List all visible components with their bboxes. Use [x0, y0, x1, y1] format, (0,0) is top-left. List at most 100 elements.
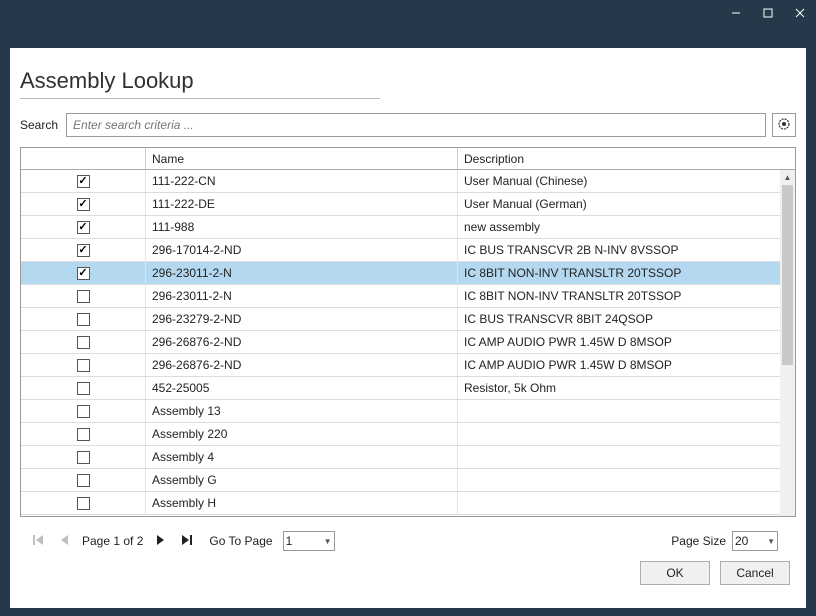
table-row[interactable]: Assembly G: [21, 469, 780, 492]
row-name: Assembly 4: [146, 446, 458, 468]
search-row: Search: [10, 113, 806, 147]
app-frame: Assembly Lookup Search Name Description: [0, 0, 816, 616]
row-checkbox[interactable]: [77, 290, 90, 303]
row-description: [458, 400, 780, 422]
column-header-description[interactable]: Description: [458, 148, 795, 169]
first-page-icon: [32, 534, 44, 549]
goto-page-select[interactable]: 1 ▼: [283, 531, 335, 551]
row-checkbox-cell: [21, 377, 146, 399]
cancel-button[interactable]: Cancel: [720, 561, 790, 585]
row-checkbox[interactable]: [77, 405, 90, 418]
table-row[interactable]: 111-222-CNUser Manual (Chinese): [21, 170, 780, 193]
row-checkbox[interactable]: [77, 451, 90, 464]
row-checkbox[interactable]: [77, 313, 90, 326]
minimize-button[interactable]: [720, 0, 752, 26]
row-checkbox-cell: [21, 331, 146, 353]
table-row[interactable]: 296-23011-2-NIC 8BIT NON-INV TRANSLTR 20…: [21, 262, 780, 285]
row-name: 296-26876-2-ND: [146, 331, 458, 353]
search-label: Search: [20, 118, 58, 132]
search-input[interactable]: [66, 113, 766, 137]
title-underline: [20, 98, 380, 99]
row-description: IC AMP AUDIO PWR 1.45W D 8MSOP: [458, 354, 780, 376]
row-name: 111-222-DE: [146, 193, 458, 215]
grid-body: 111-222-CNUser Manual (Chinese)111-222-D…: [21, 170, 780, 516]
page-size-label: Page Size: [671, 534, 726, 548]
row-checkbox[interactable]: [77, 428, 90, 441]
row-checkbox[interactable]: [77, 336, 90, 349]
row-checkbox[interactable]: [77, 175, 90, 188]
row-name: Assembly 13: [146, 400, 458, 422]
row-name: 111-222-CN: [146, 170, 458, 192]
row-description: IC BUS TRANSCVR 8BIT 24QSOP: [458, 308, 780, 330]
row-description: Resistor, 5k Ohm: [458, 377, 780, 399]
ok-button[interactable]: OK: [640, 561, 710, 585]
row-checkbox-cell: [21, 216, 146, 238]
row-checkbox[interactable]: [77, 382, 90, 395]
dialog-buttons: OK Cancel: [10, 551, 806, 585]
row-description: User Manual (German): [458, 193, 780, 215]
scroll-thumb[interactable]: [782, 185, 793, 365]
vertical-scrollbar[interactable]: ▲: [780, 170, 795, 516]
row-checkbox[interactable]: [77, 267, 90, 280]
table-row[interactable]: 452-25005Resistor, 5k Ohm: [21, 377, 780, 400]
row-name: Assembly G: [146, 469, 458, 491]
dialog: Assembly Lookup Search Name Description: [10, 48, 806, 608]
maximize-button[interactable]: [752, 0, 784, 26]
search-icon: [777, 117, 791, 134]
row-description: IC BUS TRANSCVR 2B N-INV 8VSSOP: [458, 239, 780, 261]
row-name: 296-23011-2-N: [146, 262, 458, 284]
row-name: Assembly H: [146, 492, 458, 514]
page-status: Page 1 of 2: [82, 534, 143, 548]
row-checkbox-cell: [21, 239, 146, 261]
table-row[interactable]: 296-26876-2-NDIC AMP AUDIO PWR 1.45W D 8…: [21, 331, 780, 354]
first-page-button[interactable]: [30, 533, 46, 549]
row-checkbox-cell: [21, 193, 146, 215]
row-checkbox-cell: [21, 400, 146, 422]
window-controls: [720, 0, 816, 26]
row-checkbox-cell: [21, 469, 146, 491]
row-name: 111-988: [146, 216, 458, 238]
row-checkbox[interactable]: [77, 244, 90, 257]
search-options-button[interactable]: [772, 113, 796, 137]
table-row[interactable]: Assembly H: [21, 492, 780, 515]
column-header-name[interactable]: Name: [146, 148, 458, 169]
row-checkbox[interactable]: [77, 359, 90, 372]
table-row[interactable]: Assembly 13: [21, 400, 780, 423]
scroll-up-icon[interactable]: ▲: [780, 170, 795, 185]
table-row[interactable]: Assembly 4: [21, 446, 780, 469]
row-name: 296-26876-2-ND: [146, 354, 458, 376]
row-checkbox-cell: [21, 492, 146, 514]
page-size-value: 20: [735, 534, 748, 548]
prev-page-button[interactable]: [56, 533, 72, 549]
page-size-select[interactable]: 20 ▼: [732, 531, 778, 551]
row-description: [458, 446, 780, 468]
grid-header: Name Description: [21, 148, 795, 170]
row-checkbox[interactable]: [77, 198, 90, 211]
goto-page-label: Go To Page: [209, 534, 272, 548]
table-row[interactable]: 111-222-DEUser Manual (German): [21, 193, 780, 216]
chevron-down-icon: ▼: [767, 537, 775, 546]
table-row[interactable]: 296-26876-2-NDIC AMP AUDIO PWR 1.45W D 8…: [21, 354, 780, 377]
close-button[interactable]: [784, 0, 816, 26]
next-page-button[interactable]: [153, 533, 169, 549]
row-checkbox-cell: [21, 423, 146, 445]
column-header-checkbox[interactable]: [21, 148, 146, 169]
table-row[interactable]: 296-17014-2-NDIC BUS TRANSCVR 2B N-INV 8…: [21, 239, 780, 262]
table-row[interactable]: Assembly 220: [21, 423, 780, 446]
row-checkbox-cell: [21, 446, 146, 468]
table-row[interactable]: 296-23279-2-NDIC BUS TRANSCVR 8BIT 24QSO…: [21, 308, 780, 331]
row-checkbox-cell: [21, 170, 146, 192]
row-description: [458, 469, 780, 491]
row-checkbox[interactable]: [77, 474, 90, 487]
row-checkbox[interactable]: [77, 221, 90, 234]
next-page-icon: [156, 534, 166, 549]
row-name: 296-23011-2-N: [146, 285, 458, 307]
table-row[interactable]: 296-23011-2-NIC 8BIT NON-INV TRANSLTR 20…: [21, 285, 780, 308]
table-row[interactable]: 111-988new assembly: [21, 216, 780, 239]
chevron-down-icon: ▼: [324, 537, 332, 546]
row-checkbox[interactable]: [77, 497, 90, 510]
pager-right: Page Size 20 ▼: [671, 531, 796, 551]
last-page-button[interactable]: [179, 533, 195, 549]
last-page-icon: [181, 534, 193, 549]
row-name: 296-23279-2-ND: [146, 308, 458, 330]
